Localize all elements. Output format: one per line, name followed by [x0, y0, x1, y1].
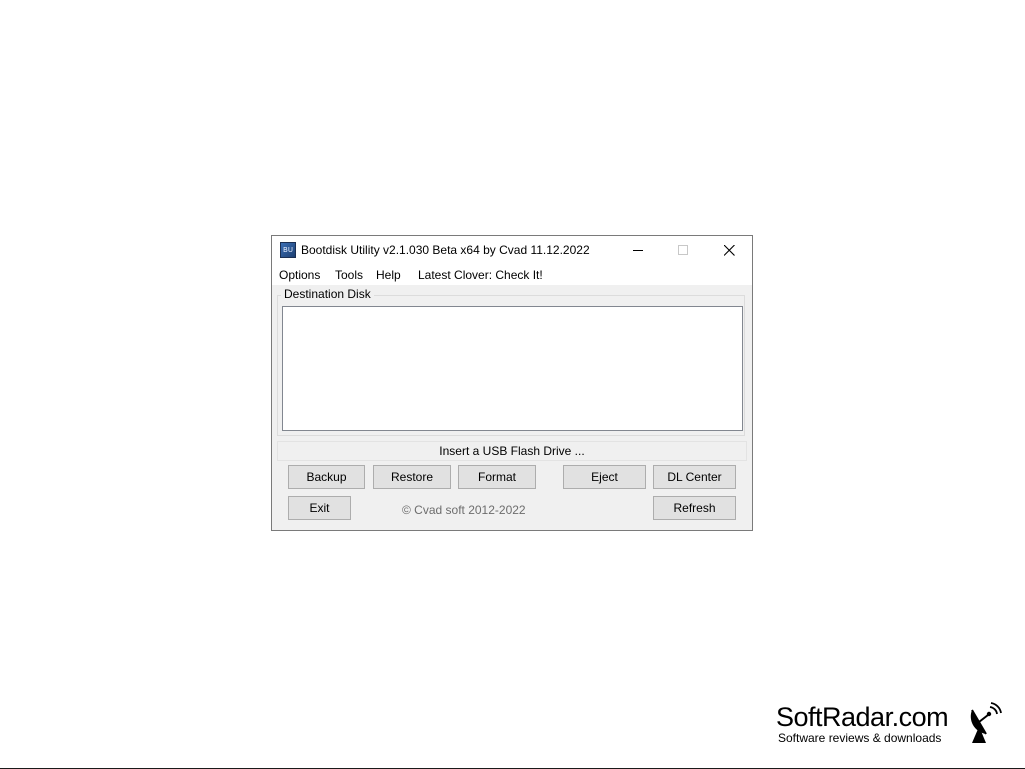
refresh-button[interactable]: Refresh — [653, 496, 736, 520]
restore-button[interactable]: Restore — [373, 465, 451, 489]
menu-latest-clover[interactable]: Latest Clover: Check It! — [418, 268, 543, 282]
destination-disk-label: Destination Disk — [281, 287, 374, 301]
satellite-dish-icon — [970, 702, 1002, 743]
softradar-watermark: SoftRadar.com Software reviews & downloa… — [776, 702, 1016, 750]
desktop-background: BU Bootdisk Utility v2.1.030 Beta x64 by… — [0, 0, 1025, 769]
copyright-text: © Cvad soft 2012-2022 — [402, 503, 526, 517]
minimize-icon — [633, 250, 643, 251]
bootdisk-utility-window: BU Bootdisk Utility v2.1.030 Beta x64 by… — [271, 235, 753, 531]
dl-center-button[interactable]: DL Center — [653, 465, 736, 489]
watermark-tagline: Software reviews & downloads — [778, 731, 942, 745]
app-icon-text: BU — [283, 246, 293, 254]
format-button[interactable]: Format — [458, 465, 536, 489]
exit-button[interactable]: Exit — [288, 496, 351, 520]
menu-tools[interactable]: Tools — [335, 268, 363, 282]
title-bar[interactable]: BU Bootdisk Utility v2.1.030 Beta x64 by… — [272, 236, 752, 265]
eject-button[interactable]: Eject — [563, 465, 646, 489]
close-button[interactable] — [707, 236, 752, 265]
destination-disk-list[interactable] — [282, 306, 743, 431]
maximize-button[interactable] — [661, 236, 706, 265]
status-message: Insert a USB Flash Drive ... — [277, 441, 747, 461]
menu-help[interactable]: Help — [376, 268, 401, 282]
close-icon — [724, 245, 735, 256]
maximize-icon — [678, 245, 688, 255]
bootdisk-app-icon: BU — [280, 242, 296, 258]
menu-options[interactable]: Options — [279, 268, 320, 282]
watermark-name: SoftRadar.com — [776, 702, 949, 732]
menu-bar: Options Tools Help Latest Clover: Check … — [272, 265, 752, 285]
backup-button[interactable]: Backup — [288, 465, 365, 489]
minimize-button[interactable] — [616, 236, 661, 265]
window-title: Bootdisk Utility v2.1.030 Beta x64 by Cv… — [301, 243, 590, 257]
